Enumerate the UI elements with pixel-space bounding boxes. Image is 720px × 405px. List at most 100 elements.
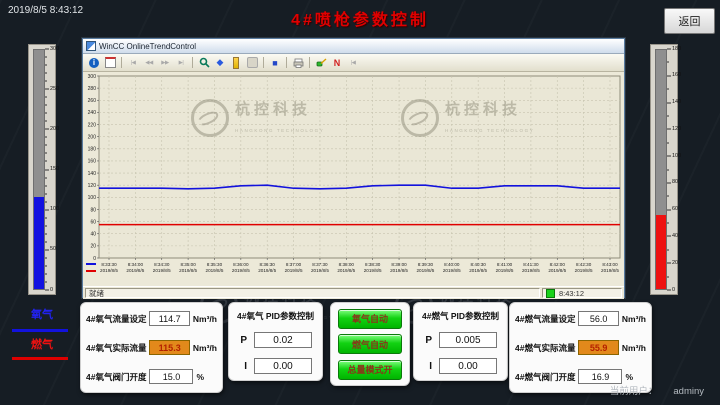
svg-text:20: 20 bbox=[90, 244, 96, 250]
svg-text:2019/8/5: 2019/8/5 bbox=[469, 268, 487, 273]
help-icon[interactable]: |◀ bbox=[346, 56, 360, 69]
svg-text:2019/8/5: 2019/8/5 bbox=[311, 268, 329, 273]
oxygen-pid-i-row: I 0.00 bbox=[237, 358, 314, 374]
gauge-tick-label: 0 bbox=[50, 287, 53, 293]
gauge-tick-label: 250 bbox=[50, 86, 59, 92]
oxygen-gauge-track bbox=[33, 49, 45, 290]
toolbar-separator bbox=[309, 57, 310, 68]
fuel-valve-row: 4#燃气阀门开度 16.9 % bbox=[515, 369, 646, 384]
svg-text:100: 100 bbox=[88, 195, 97, 201]
zoom-area-icon[interactable] bbox=[197, 56, 211, 69]
svg-text:40: 40 bbox=[90, 232, 96, 238]
stop-update-icon[interactable]: ■ bbox=[268, 56, 282, 69]
previous-record-icon[interactable]: ◀◀ bbox=[142, 56, 156, 69]
svg-text:8:42:00: 8:42:00 bbox=[550, 262, 566, 267]
zoom-axes-icon[interactable]: ◆ bbox=[213, 56, 227, 69]
svg-text:2019/8/5: 2019/8/5 bbox=[126, 268, 144, 273]
svg-text:8:34:30: 8:34:30 bbox=[154, 262, 170, 267]
first-record-icon[interactable]: |◀ bbox=[126, 56, 140, 69]
svg-text:8:37:00: 8:37:00 bbox=[286, 262, 302, 267]
svg-text:280: 280 bbox=[88, 86, 97, 92]
gauge-tick bbox=[45, 249, 49, 250]
move-axes-icon[interactable] bbox=[245, 56, 259, 69]
online-status-icon bbox=[546, 289, 555, 298]
gauge-tick bbox=[45, 290, 49, 291]
oxygen-valve-label: 4#氧气阀门开度 bbox=[86, 371, 146, 383]
gauge-tick bbox=[667, 75, 671, 76]
fuel-auto-button[interactable]: 燃气自动 bbox=[338, 334, 402, 354]
toolbar-separator bbox=[192, 57, 193, 68]
last-record-icon[interactable]: ▶| bbox=[174, 56, 188, 69]
gauge-tick bbox=[45, 185, 47, 186]
gauge-tick bbox=[667, 209, 671, 210]
oxygen-pid-i-label: I bbox=[237, 361, 247, 372]
svg-text:2019/8/5: 2019/8/5 bbox=[337, 268, 355, 273]
gauge-tick bbox=[667, 290, 671, 291]
trend-front-icon[interactable]: N bbox=[330, 56, 344, 69]
oxygen-flow-actual-value: 115.3 bbox=[149, 340, 189, 355]
svg-text:8:43:00: 8:43:00 bbox=[602, 262, 618, 267]
svg-text:2019/8/5: 2019/8/5 bbox=[258, 268, 276, 273]
svg-text:8:41:00: 8:41:00 bbox=[497, 262, 513, 267]
total-mode-button[interactable]: 总量模式开 bbox=[338, 360, 402, 380]
gauge-tick bbox=[45, 57, 47, 58]
oxygen-flow-actual-row: 4#氧气实际流量 115.3 Nm³/h bbox=[86, 340, 217, 355]
svg-text:240: 240 bbox=[88, 110, 97, 116]
mode-panel: 氧气自动 燃气自动 总量模式开 bbox=[330, 302, 410, 386]
svg-text:2019/8/5: 2019/8/5 bbox=[285, 268, 303, 273]
current-user-label: 当前用户： bbox=[610, 386, 658, 397]
svg-text:2019/8/5: 2019/8/5 bbox=[548, 268, 566, 273]
fuel-pid-p-input[interactable]: 0.005 bbox=[439, 332, 497, 348]
page-title: 4#喷枪参数控制 bbox=[0, 6, 720, 30]
gauge-tick bbox=[45, 201, 47, 202]
oxygen-pid-i-input[interactable]: 0.00 bbox=[254, 358, 312, 374]
oxygen-auto-button[interactable]: 氧气自动 bbox=[338, 309, 402, 329]
gauge-tick bbox=[45, 97, 47, 98]
fuel-pid-p-row: P 0.005 bbox=[422, 332, 499, 348]
svg-text:2019/8/5: 2019/8/5 bbox=[443, 268, 461, 273]
svg-text:8:34:00: 8:34:00 bbox=[128, 262, 144, 267]
current-user-name: adminy bbox=[673, 386, 704, 397]
fuel-pid-i-input[interactable]: 0.00 bbox=[439, 358, 497, 374]
gauge-tick-label: 140 bbox=[672, 100, 681, 106]
svg-text:8:41:30: 8:41:30 bbox=[523, 262, 539, 267]
info-icon[interactable]: i bbox=[87, 56, 101, 69]
oxygen-legend-line bbox=[12, 329, 68, 332]
fuel-flow-setpoint-input[interactable]: 56.0 bbox=[578, 311, 618, 326]
svg-text:260: 260 bbox=[88, 98, 97, 104]
gauge-tick-label: 80 bbox=[672, 180, 678, 186]
gauge-tick-label: 40 bbox=[672, 234, 678, 240]
fuel-pid-i-row: I 0.00 bbox=[422, 358, 499, 374]
gauge-tick bbox=[45, 177, 47, 178]
svg-text:8:35:00: 8:35:00 bbox=[180, 262, 196, 267]
svg-text:8:33:30: 8:33:30 bbox=[101, 262, 117, 267]
next-record-icon[interactable]: ▶▶ bbox=[158, 56, 172, 69]
fuel-valve-input[interactable]: 16.9 bbox=[578, 369, 622, 384]
ruler-icon[interactable] bbox=[229, 56, 243, 69]
svg-text:8:38:30: 8:38:30 bbox=[365, 262, 381, 267]
gauge-tick bbox=[45, 113, 47, 114]
gauge-tick bbox=[45, 153, 47, 154]
svg-text:8:37:30: 8:37:30 bbox=[312, 262, 328, 267]
oxygen-flow-setpoint-input[interactable]: 114.7 bbox=[149, 311, 189, 326]
print-icon[interactable] bbox=[291, 56, 305, 69]
fuel-flow-actual-unit: Nm³/h bbox=[622, 343, 646, 353]
connect-icon[interactable] bbox=[314, 56, 328, 69]
trend-statusbar: 就绪 8:43:12 bbox=[83, 286, 624, 299]
svg-text:2019/8/5: 2019/8/5 bbox=[575, 268, 593, 273]
oxygen-gauge-ticks: 050100150200250300 bbox=[45, 49, 55, 290]
fuel-legend-label: 燃气 bbox=[14, 336, 70, 352]
oxygen-valve-input[interactable]: 15.0 bbox=[149, 369, 193, 384]
gauge-tick bbox=[45, 73, 47, 74]
oxygen-pid-p-input[interactable]: 0.02 bbox=[254, 332, 312, 348]
fuel-flow-actual-value: 55.9 bbox=[578, 340, 618, 355]
gauge-tick bbox=[45, 217, 47, 218]
svg-text:220: 220 bbox=[88, 122, 97, 128]
gauge-tick-label: 120 bbox=[672, 127, 681, 133]
trend-toolbar: i |◀ ◀◀ ▶▶ ▶| ◆ ■ N |◀ bbox=[83, 54, 624, 72]
gauge-tick bbox=[667, 263, 671, 264]
oxygen-pid-p-row: P 0.02 bbox=[237, 332, 314, 348]
time-range-icon[interactable] bbox=[103, 56, 117, 69]
svg-text:8:36:00: 8:36:00 bbox=[233, 262, 249, 267]
back-button[interactable]: 返回 bbox=[664, 8, 715, 34]
